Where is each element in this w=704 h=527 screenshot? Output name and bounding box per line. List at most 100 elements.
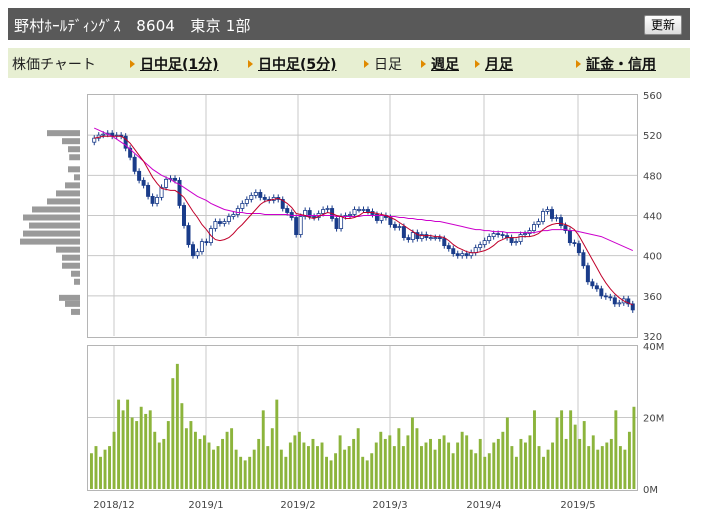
price-tick-label: 360	[643, 292, 662, 303]
candle-body	[487, 236, 492, 242]
volume-bar	[270, 428, 274, 489]
candle-body	[482, 240, 487, 246]
volume-bar	[420, 446, 423, 489]
volume-bar	[221, 438, 225, 489]
volume-bar	[591, 435, 595, 489]
volume-bar	[632, 406, 636, 489]
candle-body	[536, 221, 541, 225]
volume-bar	[546, 449, 550, 489]
candle-body	[523, 233, 528, 235]
price-profile-bar	[74, 174, 80, 181]
volume-bar	[203, 435, 206, 489]
candle-body	[150, 196, 155, 204]
candle-body	[365, 209, 370, 212]
volume-bar	[180, 403, 184, 489]
volume-bar	[225, 431, 229, 489]
volume-bar	[365, 460, 369, 489]
volume-bar	[103, 449, 107, 489]
volume-bar	[609, 438, 613, 489]
price-profile-bar	[29, 222, 80, 229]
volume-bar	[311, 438, 315, 489]
candle-body	[181, 205, 186, 226]
candle-body	[554, 217, 559, 219]
candle-body	[204, 241, 209, 244]
candle-body	[491, 233, 496, 237]
volume-bar	[189, 421, 193, 489]
price-profile-bar	[47, 130, 80, 137]
volume-bar	[198, 438, 202, 489]
volume-bar	[284, 456, 288, 489]
candle-body	[388, 217, 393, 225]
candle-body	[612, 297, 617, 305]
volume-bar	[99, 456, 102, 489]
candle-body	[285, 208, 290, 213]
volume-bar	[243, 460, 247, 489]
candle-body	[545, 209, 550, 212]
candle-body	[576, 243, 581, 254]
x-tick-label: 2019/1	[188, 500, 223, 511]
candle-body	[451, 248, 456, 255]
candle-body	[617, 302, 622, 305]
volume-bar	[501, 431, 505, 489]
candle-body	[541, 211, 546, 222]
volume-bar	[555, 417, 559, 489]
volume-bar	[126, 399, 130, 489]
volume-bar	[171, 378, 175, 489]
volume-bar	[505, 417, 509, 489]
volume-bar	[130, 417, 134, 489]
candle-body	[464, 253, 469, 257]
candle-body	[567, 230, 572, 244]
candle-body	[249, 195, 254, 200]
price-profile-bar	[68, 166, 80, 173]
candle-body	[509, 237, 514, 244]
x-tick-label: 2019/2	[280, 500, 315, 511]
volume-bar	[184, 428, 188, 489]
volume-bar	[175, 363, 179, 489]
candle-body	[146, 184, 151, 197]
price-profile-bar	[71, 270, 80, 277]
candle-body	[514, 241, 519, 244]
volume-bar	[600, 446, 604, 489]
candle-body	[532, 224, 537, 231]
volume-bar	[510, 446, 514, 489]
price-profile-bar	[56, 246, 80, 253]
volume-bar	[325, 456, 328, 489]
volume-bar	[447, 442, 451, 489]
volume-bar	[356, 428, 360, 489]
candle-body	[226, 216, 231, 222]
volume-bar	[388, 435, 392, 489]
candle-body	[190, 244, 195, 257]
volume-bar	[139, 406, 143, 489]
volume-bar	[374, 442, 378, 489]
candle-body	[348, 214, 353, 216]
price-profile-bar	[47, 198, 80, 205]
price-profile-bar	[23, 230, 80, 237]
candle-body	[244, 199, 249, 204]
volume-bar	[442, 435, 446, 489]
candle-body	[240, 203, 245, 209]
volume-bar	[578, 438, 582, 489]
volume-bar	[424, 442, 428, 489]
volume-bar	[383, 438, 387, 489]
price-profile-bar	[23, 214, 80, 221]
volume-bar	[618, 446, 622, 489]
volume-bar	[623, 449, 627, 489]
volume-bar	[117, 399, 121, 489]
volume-bar	[379, 431, 383, 489]
x-tick-label: 2019/3	[372, 500, 407, 511]
volume-bar	[560, 410, 564, 489]
price-profile-bar	[74, 278, 80, 285]
candle-body	[527, 230, 532, 234]
price-profile-bar	[62, 254, 80, 261]
volume-bar	[135, 421, 139, 489]
volume-bar	[573, 424, 577, 489]
volume-bar	[370, 453, 374, 489]
candle-body	[312, 216, 317, 218]
candle-body	[500, 234, 505, 236]
volume-tick-label: 40M	[643, 342, 664, 353]
volume-bar	[401, 446, 405, 489]
candle-body	[222, 221, 227, 224]
volume-bar	[551, 442, 555, 489]
candle-body	[235, 208, 240, 215]
volume-bar	[478, 438, 482, 489]
